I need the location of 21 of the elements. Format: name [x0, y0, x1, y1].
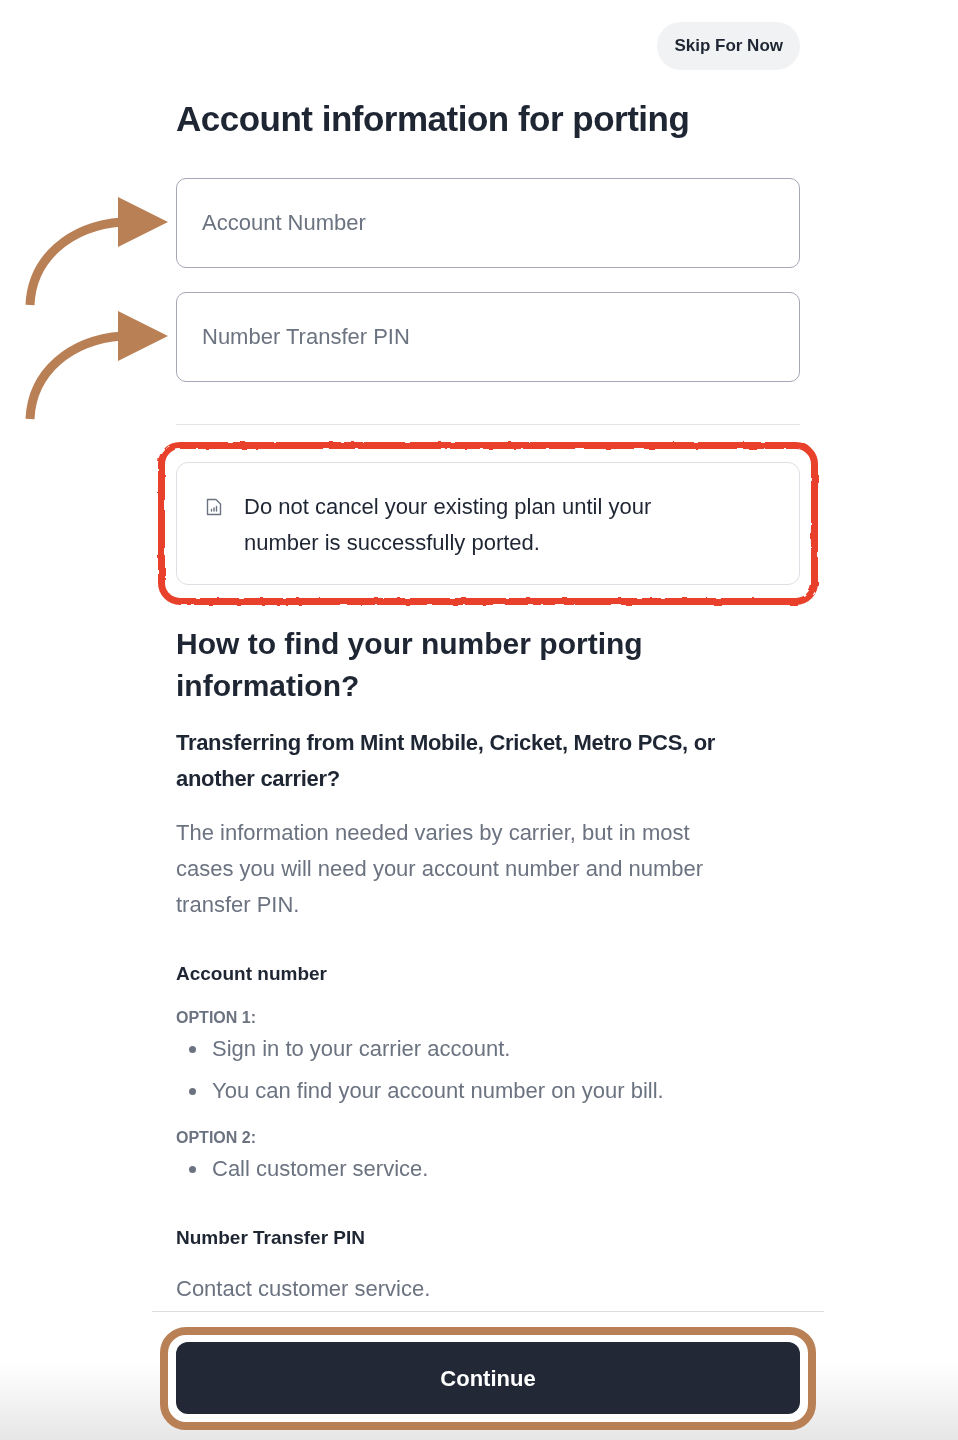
input-field[interactable]: Number Transfer PIN: [176, 292, 800, 382]
help-heading: How to find your number porting information?: [176, 626, 644, 704]
continue-button[interactable]: Continue: [176, 1342, 800, 1414]
notice-text: Do not cancel your existing plan until your number is successfully ported.: [244, 493, 653, 557]
option-label: OPTION 2:: [176, 1128, 257, 1148]
bullet-icon: [189, 1165, 196, 1173]
list-item-text: Sign in to your carrier account.: [212, 1035, 511, 1063]
help-paragraph: The information needed varies by carrier, but in most cases you will need your account number and number transfer PIN.: [176, 819, 705, 919]
skip-button[interactable]: Skip For Now: [657, 22, 800, 70]
section-text: Contact customer service.: [176, 1275, 432, 1303]
page-title: Account information for porting: [176, 98, 691, 140]
list-item-text: You can find your account number on your bill.: [212, 1077, 664, 1105]
option-label: OPTION 1:: [176, 1008, 257, 1028]
section-title: Number Transfer PIN: [176, 1226, 366, 1250]
input-field[interactable]: Account Number: [176, 178, 800, 268]
document-icon: [206, 498, 222, 516]
bullet-icon: [189, 1045, 196, 1053]
section-title: Account number: [176, 962, 328, 986]
list-item-text: Call customer service.: [212, 1155, 429, 1183]
help-subheading: Transferring from Mint Mobile, Cricket, Metro PCS, or another carrier?: [176, 729, 717, 793]
bullet-icon: [189, 1087, 196, 1095]
